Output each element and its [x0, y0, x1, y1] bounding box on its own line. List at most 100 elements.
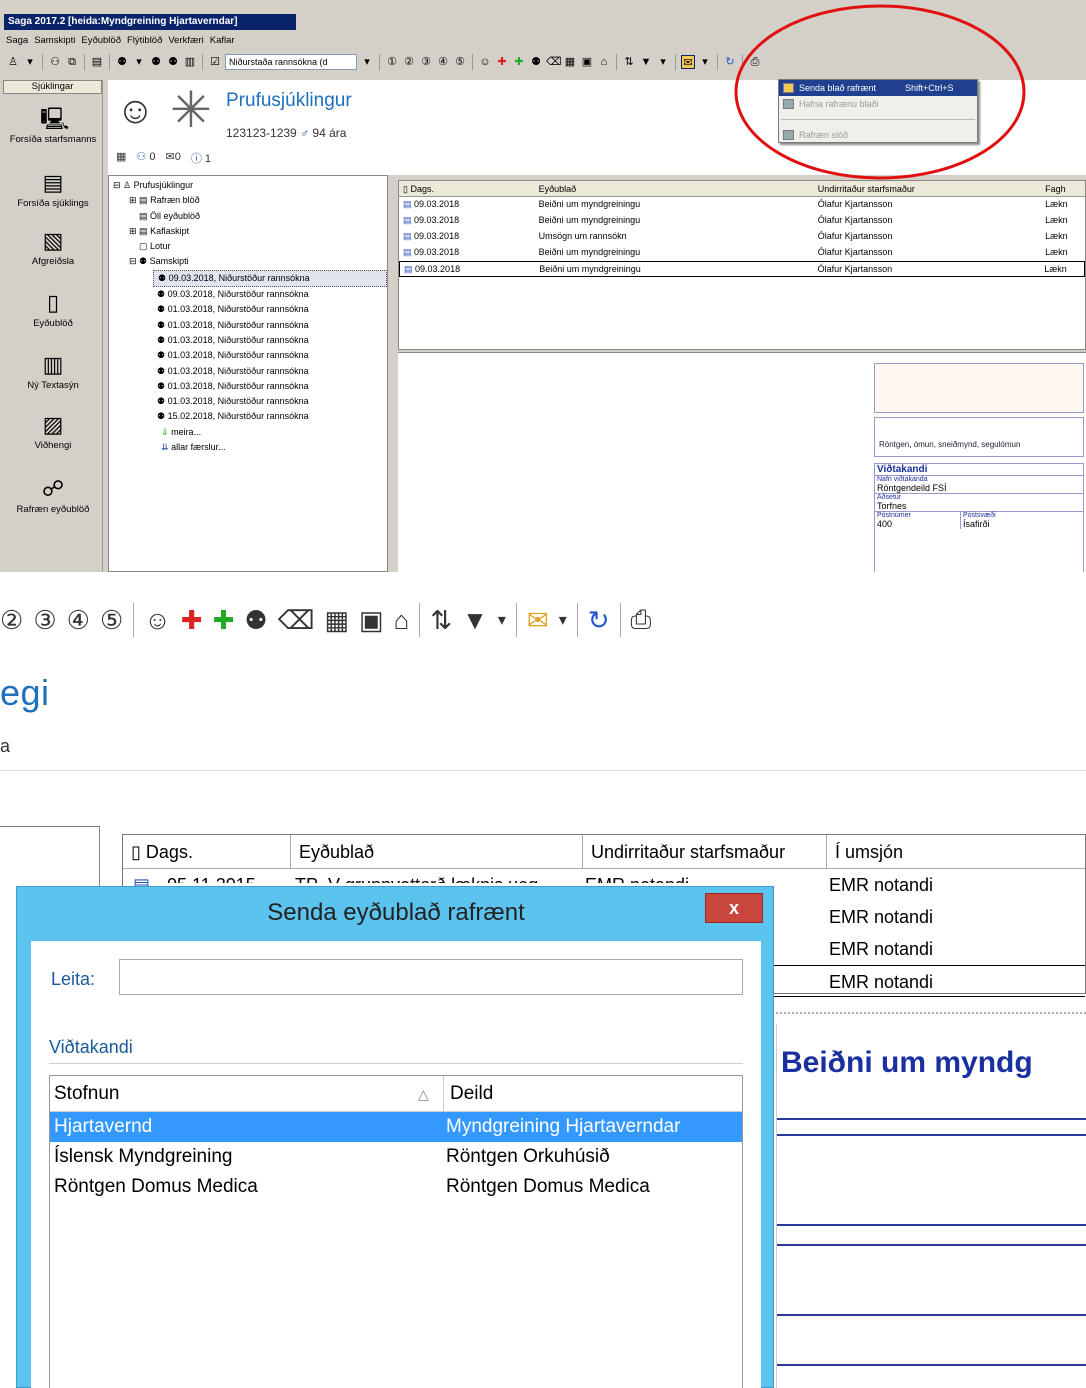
menu-item-electronic-path[interactable]: Rafræn slóð — [779, 127, 977, 143]
result-type-select[interactable]: Niðurstaða rannsókna (d — [225, 54, 357, 70]
chart-icon[interactable]: ▦ — [324, 605, 349, 636]
books-icon[interactable]: ▥ — [183, 55, 197, 69]
group-icon[interactable]: ⚉ — [529, 55, 543, 69]
tree-more[interactable]: ⇓ meira... — [109, 425, 387, 440]
dropdown-arrow-icon[interactable]: ▾ — [498, 610, 506, 630]
person-info-icon[interactable]: ☺ — [144, 605, 171, 636]
tree-node-oll[interactable]: ▤ Öll eyðublöð — [109, 209, 387, 224]
print-icon[interactable]: ⎙ — [748, 55, 762, 69]
col-responsible[interactable]: Í umsjón — [827, 835, 903, 868]
nav-forms[interactable]: ▯ Eyðublöð — [3, 290, 103, 329]
list-item[interactable]: Hjartavernd Myndgreining Hjartaverndar — [50, 1112, 742, 1142]
refresh-icon[interactable]: ↻ — [588, 605, 610, 636]
dropdown-arrow-icon[interactable]: ▾ — [559, 610, 567, 630]
send-electronic-icon[interactable]: ✉ — [527, 605, 549, 636]
page-4-icon[interactable]: ④ — [436, 55, 450, 69]
table-row[interactable]: ▤ 09.03.2018 Beiðni um myndgreiningu Ólafu… — [399, 213, 1085, 229]
dropdown-arrow-icon[interactable]: ▾ — [23, 55, 37, 69]
menu-saga[interactable]: Saga — [6, 34, 28, 48]
col-department[interactable]: Deild — [444, 1076, 493, 1111]
tree-entry[interactable]: ⚉ 01.03.2018, Niðurstöður rannsókna — [109, 318, 387, 333]
tree-node-rafraen[interactable]: ⊞ ▤ Rafræn blöð — [109, 193, 387, 208]
house-icon[interactable]: ⌂ — [597, 55, 611, 69]
group-icon[interactable]: ⚉ — [244, 605, 267, 636]
tree-entry[interactable]: ⚉ 01.03.2018, Niðurstöður rannsókna — [109, 302, 387, 317]
dropdown-arrow-icon[interactable]: ▾ — [656, 55, 670, 69]
tree-entry[interactable]: ⚉ 09.03.2018, Niðurstöður rannsókna — [153, 269, 387, 288]
group-icon[interactable]: ⚉ — [115, 55, 129, 69]
page-1-icon[interactable]: ① — [385, 55, 399, 69]
network-icon[interactable]: ⧉ — [65, 55, 79, 69]
send-electronic-icon[interactable]: ✉ — [681, 55, 695, 69]
eraser-icon[interactable]: ⌫ — [546, 55, 562, 69]
chart-icon[interactable]: ▦ — [563, 55, 577, 69]
group-add-icon[interactable]: ⚉ — [149, 55, 163, 69]
nav-attachment[interactable]: ▨ Viðhengi — [3, 412, 103, 451]
col-date[interactable]: ▯ Dags. — [123, 835, 291, 868]
table-row[interactable]: ▤ 09.03.2018 Beiðni um myndgreiningu Ólafu… — [399, 261, 1085, 277]
col-signed[interactable]: Undirritaður starfsmaður — [583, 835, 827, 868]
red-cross-icon[interactable]: ✚ — [181, 605, 203, 636]
users-icon[interactable]: ⚇ — [48, 55, 62, 69]
col-form[interactable]: Eyðublað — [539, 181, 818, 196]
table-row[interactable]: ▤ 09.03.2018 Umsögn um rannsókn Ólafur Kja… — [399, 229, 1085, 245]
tree-all-entries[interactable]: ⇊ allar færslur... — [109, 440, 387, 455]
red-cross-icon[interactable]: ✚ — [495, 55, 509, 69]
dropdown-arrow-icon[interactable]: ▾ — [132, 55, 146, 69]
table-row[interactable]: ▤ 09.03.2018 Beiðni um myndgreiningu Ólafu… — [399, 245, 1085, 261]
page-5-icon[interactable]: ⑤ — [453, 55, 467, 69]
list-item[interactable]: Röntgen Domus Medica Röntgen Domus Medica — [50, 1172, 742, 1202]
col-institution[interactable]: Stofnun △ — [50, 1076, 444, 1111]
page-5-icon[interactable]: ⑤ — [100, 605, 123, 636]
tree-root[interactable]: ⊟ ♙ Prufusjúklingur — [109, 178, 387, 193]
tree-entry[interactable]: ⚉ 15.02.2018, Niðurstöður rannsókna — [109, 409, 387, 424]
nav-electronic-forms[interactable]: ☍ Rafræn eyðublöð — [3, 476, 103, 515]
document-icon[interactable]: ▣ — [359, 605, 384, 636]
tree-node-kaflaskipt[interactable]: ⊞ ▤ Kaflaskipt — [109, 224, 387, 239]
house-icon[interactable]: ⌂ — [394, 605, 410, 636]
page-4-icon[interactable]: ④ — [67, 605, 90, 636]
tree-entry[interactable]: ⚉ 09.03.2018, Niðurstöður rannsókna — [109, 287, 387, 302]
tree-node-samskipti[interactable]: ⊟ ⚉ Samskipti — [109, 254, 387, 269]
filter-icon[interactable]: ▼ — [639, 55, 653, 69]
page-3-icon[interactable]: ③ — [33, 605, 56, 636]
patient-icon[interactable]: ♙ — [6, 55, 20, 69]
menu-samskipti[interactable]: Samskipti — [34, 34, 75, 48]
menu-item-reject[interactable]: Hafna rafrænu blaði — [779, 96, 977, 112]
sort-icon[interactable]: ⇅ — [622, 55, 636, 69]
notes-icon[interactable]: ▤ — [90, 55, 104, 69]
nav-reception[interactable]: ▧ Afgreiðsla — [3, 228, 103, 267]
dropdown-arrow-icon[interactable]: ▾ — [698, 55, 712, 69]
col-date[interactable]: ▯ Dags. — [399, 181, 539, 196]
tree-entry[interactable]: ⚉ 01.03.2018, Niðurstöður rannsókna — [109, 348, 387, 363]
tree-entry[interactable]: ⚉ 01.03.2018, Niðurstöður rannsókna — [109, 379, 387, 394]
menu-verkfaeri[interactable]: Verkfæri — [168, 34, 203, 48]
col-profession[interactable]: Fagh — [1045, 181, 1085, 196]
nav-patient-home[interactable]: ▤ Forsíða sjúklings — [3, 170, 103, 209]
filter-icon[interactable]: ▼ — [462, 605, 488, 636]
menu-eydublod[interactable]: Eyðublöð — [81, 34, 121, 48]
page-2-icon[interactable]: ② — [402, 55, 416, 69]
person-info-icon[interactable]: ☺ — [478, 55, 492, 69]
col-form[interactable]: Eyðublað — [291, 835, 583, 868]
document-icon[interactable]: ▣ — [580, 55, 594, 69]
tree-entry[interactable]: ⚉ 01.03.2018, Niðurstöður rannsókna — [109, 394, 387, 409]
nav-staff-home[interactable]: 🖳 Forsíða starfsmanns — [3, 106, 103, 145]
splitter[interactable] — [776, 1012, 1086, 1014]
eraser-icon[interactable]: ⌫ — [278, 605, 315, 636]
close-button[interactable]: x — [705, 893, 763, 923]
refresh-icon[interactable]: ↻ — [723, 55, 737, 69]
table-row[interactable]: ▤ 09.03.2018 Beiðni um myndgreiningu Ólafu… — [399, 197, 1085, 213]
tree-entry[interactable]: ⚉ 01.03.2018, Niðurstöður rannsókna — [109, 333, 387, 348]
messages-count[interactable]: ✉0 — [165, 150, 180, 166]
tree-entry[interactable]: ⚉ 01.03.2018, Niðurstöður rannsókna — [109, 364, 387, 379]
calendar-icon[interactable]: ▦ — [116, 150, 126, 166]
group-edit-icon[interactable]: ⚉ — [166, 55, 180, 69]
checkbox-icon[interactable]: ☑ — [208, 55, 222, 69]
menu-item-send-electronic[interactable]: Senda blað rafrænt Shift+Ctrl+S — [779, 80, 977, 96]
green-plus-icon[interactable]: ✚ — [512, 55, 526, 69]
nav-text-view[interactable]: ▥ Ný Textasýn — [3, 352, 103, 391]
tree-node-lotur[interactable]: ▢ Lotur — [109, 239, 387, 254]
sort-icon[interactable]: ⇅ — [430, 605, 452, 636]
page-2-icon[interactable]: ② — [0, 605, 23, 636]
